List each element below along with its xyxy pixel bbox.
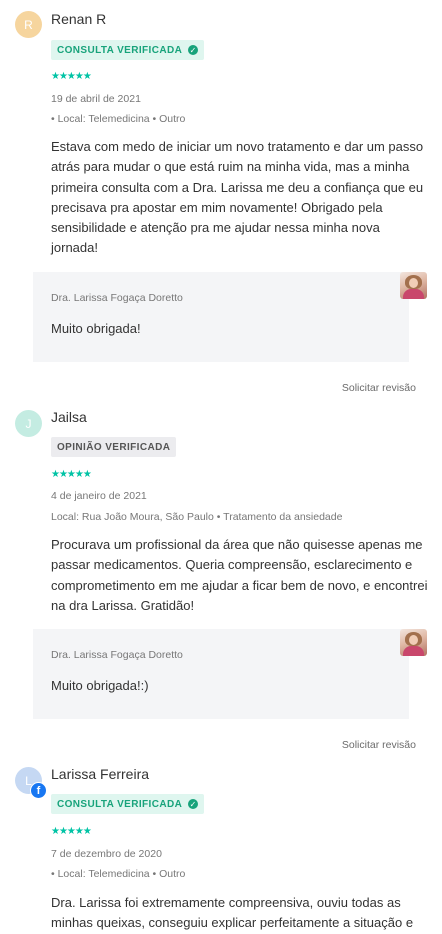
review-date: 7 de dezembro de 2020	[51, 848, 162, 860]
avatar-initial: J	[25, 416, 32, 431]
avatar-initial: R	[24, 17, 33, 32]
facebook-icon: f	[30, 782, 47, 799]
avatar: J	[15, 410, 42, 437]
check-circle-icon: ✓	[188, 45, 199, 55]
review-location: • Local: Telemedicina • Outro	[51, 113, 186, 125]
doctor-reply: Dra. Larissa Fogaça Doretto Muito obriga…	[33, 272, 409, 362]
review-date: 19 de abril de 2021	[51, 93, 141, 105]
badge-label: CONSULTA VERIFICADA	[57, 798, 183, 810]
review-location: • Local: Telemedicina • Outro	[51, 868, 186, 880]
reply-doctor-name: Dra. Larissa Fogaça Doretto	[51, 292, 183, 304]
verified-badge: CONSULTA VERIFICADA ✓	[51, 794, 205, 814]
verified-badge: OPINIÃO VERIFICADA	[51, 437, 177, 457]
reply-doctor-name: Dra. Larissa Fogaça Doretto	[51, 649, 183, 661]
star-rating: ★★★★★	[51, 469, 92, 480]
review-date: 4 de janeiro de 2021	[51, 490, 147, 502]
reviewer-name: Jailsa	[51, 409, 87, 425]
request-review-link[interactable]: Solicitar revisão	[342, 739, 416, 751]
reply-text: Muito obrigada!	[51, 321, 141, 336]
review-text: Procurava um profissional da área que nã…	[51, 537, 428, 613]
badge-label: OPINIÃO VERIFICADA	[57, 441, 171, 453]
star-rating: ★★★★★	[51, 826, 92, 837]
request-review-link[interactable]: Solicitar revisão	[342, 382, 416, 394]
review-text: Estava com medo de iniciar um novo trata…	[51, 139, 424, 256]
avatar: L f	[15, 767, 47, 799]
reviewer-name: Renan R	[51, 11, 107, 27]
reviewer-name: Larissa Ferreira	[51, 766, 150, 782]
doctor-avatar	[400, 629, 427, 656]
review-text: Dra. Larissa foi extremamente compreensi…	[51, 895, 414, 931]
badge-label: CONSULTA VERIFICADA	[57, 44, 183, 56]
doctor-reply: Dra. Larissa Fogaça Doretto Muito obriga…	[33, 629, 409, 719]
doctor-avatar	[400, 272, 427, 299]
avatar: R	[15, 11, 42, 38]
review-location: Local: Rua João Moura, São Paulo • Trata…	[51, 511, 343, 523]
check-circle-icon: ✓	[188, 799, 199, 809]
star-rating: ★★★★★	[51, 71, 92, 82]
reply-text: Muito obrigada!:)	[51, 678, 149, 693]
verified-badge: CONSULTA VERIFICADA ✓	[51, 40, 205, 60]
